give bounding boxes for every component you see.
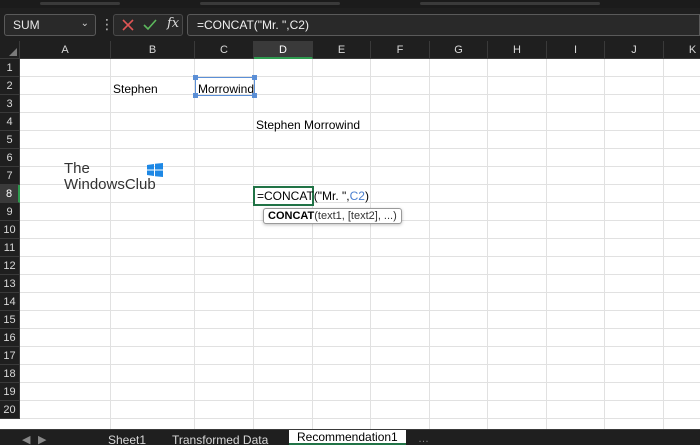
gridline bbox=[20, 328, 700, 329]
row-header-4[interactable]: 4 bbox=[0, 113, 20, 131]
tab-recommendation1[interactable]: Recommendation1 bbox=[289, 430, 406, 445]
prev-sheet-icon[interactable]: ◀ bbox=[22, 433, 30, 445]
cell-editor[interactable]: =CONCAT("Mr. ",C2) bbox=[257, 188, 369, 204]
row-header-15[interactable]: 15 bbox=[0, 311, 20, 329]
gridline bbox=[20, 112, 700, 113]
gridline bbox=[20, 76, 700, 77]
row-header-13[interactable]: 13 bbox=[0, 275, 20, 293]
formula-bar: SUM ⌄ ⋮ fx =CONCAT("Mr. ",C2) bbox=[0, 8, 700, 40]
row-header-11[interactable]: 11 bbox=[0, 239, 20, 257]
sheet-tabs-bar: ◀ ▶ Sheet1 Transformed Data Recommendati… bbox=[0, 429, 700, 445]
column-header-j[interactable]: J bbox=[605, 41, 664, 59]
gridline bbox=[546, 59, 547, 429]
gridline bbox=[253, 59, 254, 429]
gridline bbox=[20, 382, 700, 383]
cell-c2[interactable]: Morrowind bbox=[198, 80, 254, 98]
row-header-6[interactable]: 6 bbox=[0, 149, 20, 167]
tab-transformed-data[interactable]: Transformed Data bbox=[172, 433, 268, 445]
cancel-icon[interactable] bbox=[120, 17, 136, 36]
column-header-k[interactable]: K bbox=[664, 41, 700, 59]
row-header-18[interactable]: 18 bbox=[0, 365, 20, 383]
tooltip-function-name[interactable]: CONCAT bbox=[268, 210, 314, 222]
column-header-b[interactable]: B bbox=[111, 41, 195, 59]
row-header-3[interactable]: 3 bbox=[0, 95, 20, 113]
gridline bbox=[20, 364, 700, 365]
formula-actions: fx bbox=[113, 14, 183, 36]
editor-suffix: ) bbox=[364, 189, 369, 203]
tab-sheet1[interactable]: Sheet1 bbox=[108, 433, 146, 445]
row-header-10[interactable]: 10 bbox=[0, 221, 20, 239]
row-header-7[interactable]: 7 bbox=[0, 167, 20, 185]
column-header-a[interactable]: A bbox=[20, 41, 111, 59]
row-header-20[interactable]: 20 bbox=[0, 401, 20, 419]
formula-text: =CONCAT("Mr. ",C2) bbox=[197, 18, 309, 32]
gridline bbox=[110, 59, 111, 429]
gridline bbox=[20, 310, 700, 311]
logo-line-2: WindowsClub bbox=[64, 176, 156, 193]
row-header-19[interactable]: 19 bbox=[0, 383, 20, 401]
column-header-c[interactable]: C bbox=[195, 41, 254, 59]
column-header-h[interactable]: H bbox=[488, 41, 547, 59]
row-header-16[interactable]: 16 bbox=[0, 329, 20, 347]
column-header-e[interactable]: E bbox=[313, 41, 371, 59]
column-header-d[interactable]: D bbox=[254, 41, 313, 59]
more-sheets-icon[interactable]: … bbox=[418, 433, 429, 445]
row-header-8[interactable]: 8 bbox=[0, 185, 20, 203]
row-header-17[interactable]: 17 bbox=[0, 347, 20, 365]
gridline bbox=[20, 238, 700, 239]
gridline bbox=[194, 59, 195, 429]
function-tooltip[interactable]: CONCAT(text1, [text2], ...) bbox=[263, 208, 402, 224]
gridline bbox=[312, 59, 313, 429]
row-header-2[interactable]: 2 bbox=[0, 77, 20, 95]
spreadsheet-grid[interactable]: A B C D E F G H I J K 1 2 3 4 5 6 7 8 9 … bbox=[0, 41, 700, 429]
gridline bbox=[20, 346, 700, 347]
windows-flag-icon bbox=[147, 163, 163, 177]
gridline bbox=[20, 256, 700, 257]
row-header-9[interactable]: 9 bbox=[0, 203, 20, 221]
logo-line-1: The bbox=[64, 160, 90, 177]
editor-reference: C2 bbox=[349, 189, 365, 203]
name-box-value: SUM bbox=[13, 18, 40, 32]
row-header-1[interactable]: 1 bbox=[0, 59, 20, 77]
gridline bbox=[20, 292, 700, 293]
insert-function-icon[interactable]: fx bbox=[167, 16, 179, 31]
cell-d4[interactable]: Stephen Morrowind bbox=[256, 116, 360, 134]
column-header-i[interactable]: I bbox=[547, 41, 605, 59]
column-header-f[interactable]: F bbox=[371, 41, 430, 59]
row-header-14[interactable]: 14 bbox=[0, 293, 20, 311]
column-header-g[interactable]: G bbox=[430, 41, 488, 59]
enter-check-icon[interactable] bbox=[142, 17, 158, 36]
editor-prefix: =CONCAT("Mr. ", bbox=[257, 189, 350, 203]
gridline bbox=[20, 418, 700, 419]
row-header-5[interactable]: 5 bbox=[0, 131, 20, 149]
gridline bbox=[370, 59, 371, 429]
gridline bbox=[20, 274, 700, 275]
windowsclub-logo: The WindowsClub bbox=[64, 160, 163, 193]
name-box[interactable]: SUM ⌄ bbox=[4, 14, 96, 36]
tooltip-arguments: (text1, [text2], ...) bbox=[314, 210, 397, 222]
gridline bbox=[20, 148, 700, 149]
gridline bbox=[663, 59, 664, 429]
formula-input[interactable]: =CONCAT("Mr. ",C2) bbox=[187, 14, 700, 36]
more-options-icon[interactable]: ⋮ bbox=[100, 17, 114, 31]
chevron-down-icon[interactable]: ⌄ bbox=[81, 18, 89, 29]
gridline bbox=[20, 400, 700, 401]
row-header-12[interactable]: 12 bbox=[0, 257, 20, 275]
gridline bbox=[429, 59, 430, 429]
select-all-button[interactable] bbox=[0, 41, 20, 59]
gridline bbox=[487, 59, 488, 429]
gridline bbox=[604, 59, 605, 429]
next-sheet-icon[interactable]: ▶ bbox=[38, 433, 46, 445]
cell-b2[interactable]: Stephen bbox=[113, 80, 158, 98]
